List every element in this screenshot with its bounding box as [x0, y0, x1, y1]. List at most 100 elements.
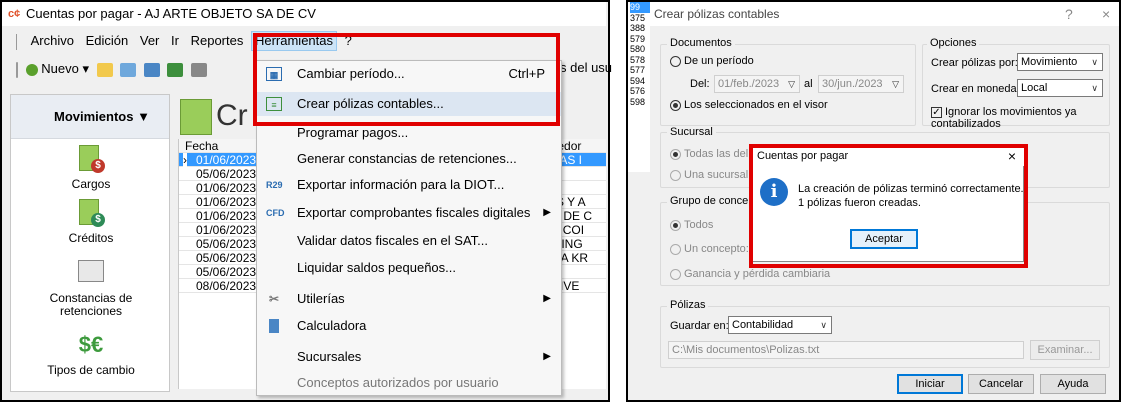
moneda-select[interactable]: Local ∨: [1017, 79, 1103, 97]
polizas-label: Pólizas: [667, 299, 709, 311]
strip-number: 578: [630, 54, 646, 65]
menu-item-calculadora[interactable]: Calculadora: [257, 314, 561, 338]
table-row[interactable]: 05/06/2023: [179, 265, 256, 279]
close-button[interactable]: ×: [1102, 2, 1110, 26]
al-date-value: 30/jun./2023: [822, 78, 883, 90]
sidebar-item-cargos[interactable]: $ Cargos: [11, 145, 171, 191]
navigate-icon[interactable]: [120, 62, 137, 77]
menu-item-label: Generar constancias de retenciones...: [297, 151, 517, 166]
grid-header-fecha[interactable]: Fecha: [179, 139, 256, 153]
radio-una[interactable]: Una sucursal: [670, 169, 748, 181]
documentos-label: Documentos: [667, 37, 735, 49]
menu-item-label: Validar datos fiscales en el SAT...: [297, 233, 489, 248]
nuevo-button[interactable]: Nuevo ▾: [25, 56, 89, 82]
chevron-down-icon: ∨: [1091, 83, 1098, 93]
radio-un-concepto[interactable]: Un concepto:: [670, 243, 749, 255]
menu-item-sucursales[interactable]: Sucursales ▶: [257, 345, 561, 369]
radio-label: Los seleccionados en el visor: [684, 99, 828, 111]
menu-ver[interactable]: Ver: [136, 30, 164, 52]
menu-item-exportar-cfd[interactable]: CFD Exportar comprobantes fiscales digit…: [257, 201, 561, 225]
path-field[interactable]: C:\Mis documentos\Polizas.txt: [668, 341, 1024, 359]
menu-item-label: Programar pagos...: [297, 125, 409, 140]
radio-circle: [670, 148, 681, 160]
moneda-value: Local: [1021, 82, 1048, 94]
table-row[interactable]: › 01/06/2023: [179, 153, 256, 167]
menu-item-utilerias[interactable]: ✂ Utilerías ▶: [257, 287, 561, 311]
menu-item-validar-sat[interactable]: Validar datos fiscales en el SAT...: [257, 229, 561, 253]
radio-circle: [670, 243, 681, 255]
table-row[interactable]: 01/06/2023: [179, 209, 256, 223]
chevron-down-icon: ∨: [820, 320, 827, 330]
iniciar-button[interactable]: Iniciar: [897, 374, 963, 394]
table-row[interactable]: 08/06/2023: [179, 279, 256, 293]
cfd-icon: CFD: [266, 208, 285, 218]
strip-number: 594: [630, 75, 646, 86]
crear-por-label: Crear pólizas por:: [931, 57, 1018, 69]
sidebar-header[interactable]: Movimientos ▼: [11, 95, 169, 139]
user-field-fragment: s del usu: [560, 60, 613, 75]
table-row[interactable]: 05/06/2023: [179, 167, 256, 181]
table-row[interactable]: 05/06/2023: [179, 237, 256, 251]
table-row[interactable]: 01/06/2023: [179, 195, 256, 209]
crear-por-select[interactable]: Movimiento ∨: [1017, 53, 1103, 71]
menu-edicion[interactable]: Edición: [82, 30, 133, 52]
checkbox-checked-icon: ✓: [931, 106, 942, 118]
open-folder-icon[interactable]: [96, 62, 113, 77]
radio-circle: [670, 169, 681, 181]
help-button[interactable]: ?: [1065, 2, 1073, 26]
radio-visor[interactable]: Los seleccionados en el visor: [670, 99, 828, 111]
menu-item-label: Exportar comprobantes fiscales digitales: [297, 205, 531, 220]
nuevo-icon: [25, 63, 38, 76]
ayuda-button[interactable]: Ayuda: [1040, 374, 1106, 394]
menu-item-generar-constancias[interactable]: Generar constancias de retenciones...: [257, 147, 561, 171]
radio-label: De un período: [684, 55, 754, 67]
menu-reportes[interactable]: Reportes: [187, 30, 248, 52]
radio-todos[interactable]: Todos: [670, 219, 713, 231]
menu-archivo[interactable]: Archivo: [27, 30, 78, 52]
guardar-select[interactable]: Contabilidad ∨: [728, 316, 832, 334]
highlight-box-message: [749, 144, 1028, 268]
movements-grid: Fecha › 01/06/2023 05/06/2023 01/06/2023 …: [178, 139, 256, 389]
sidebar-item-constancias[interactable]: Constancias de retenciones: [11, 257, 171, 318]
spreadsheet-icon[interactable]: [167, 62, 184, 77]
menu-ir[interactable]: Ir: [167, 30, 183, 52]
menu-item-label: Liquidar saldos pequeños...: [297, 260, 457, 275]
radio-label: Un concepto:: [684, 243, 749, 255]
moneda-label: Crear en moneda:: [931, 83, 1020, 95]
radio-periodo[interactable]: De un período: [670, 55, 754, 67]
cancelar-button[interactable]: Cancelar: [968, 374, 1034, 394]
diot-icon: R29: [266, 180, 283, 190]
examinar-button[interactable]: Examinar...: [1030, 340, 1100, 360]
guardar-value: Contabilidad: [732, 319, 794, 331]
menu-item-label: Conceptos autorizados por usuario: [297, 375, 499, 390]
creditos-large-icon: [180, 99, 212, 136]
strip-number: 375: [630, 12, 646, 23]
radio-circle: [670, 219, 681, 231]
radio-ganancia[interactable]: Ganancia y pérdida cambiaria: [670, 268, 830, 280]
sidebar-item-label: Constancias de retenciones: [49, 291, 133, 318]
menu-item-conceptos-autorizados[interactable]: Conceptos autorizados por usuario: [257, 371, 561, 395]
del-date-value: 01/feb./2023: [718, 78, 780, 90]
table-row[interactable]: 01/06/2023: [179, 223, 256, 237]
strip-number: 388: [630, 23, 646, 33]
sidebar-item-tipos-cambio[interactable]: $€ Tipos de cambio: [11, 331, 171, 377]
table-row[interactable]: 01/06/2023: [179, 181, 256, 195]
move-icon[interactable]: [143, 62, 160, 77]
sidebar-item-creditos[interactable]: $ Créditos: [11, 199, 171, 245]
al-date-field[interactable]: 30/jun./2023 ▽: [818, 75, 904, 93]
strip-number: 99: [630, 2, 650, 13]
table-row[interactable]: 05/06/2023: [179, 251, 256, 265]
chevron-down-icon: ▽: [788, 79, 795, 89]
ignorar-checkbox[interactable]: ✓ Ignorar los movimientos ya contabilizad…: [931, 106, 1101, 130]
menu-item-liquidar-saldos[interactable]: Liquidar saldos pequeños...: [257, 256, 561, 280]
del-date-field[interactable]: 01/feb./2023 ▽: [714, 75, 800, 93]
sidebar: Movimientos ▼ $ Cargos $ Créditos Consta…: [10, 94, 170, 392]
main-title-text: Cr: [216, 99, 248, 132]
radio-todas[interactable]: Todas las del: [670, 148, 748, 160]
menu-item-label: Utilerías: [297, 291, 345, 306]
strip-number: 580: [630, 44, 646, 54]
print-icon[interactable]: [191, 62, 208, 77]
radio-circle: [670, 99, 681, 111]
toolbar-grip: [16, 61, 18, 78]
menu-item-exportar-diot[interactable]: R29 Exportar información para la DIOT...: [257, 173, 561, 197]
